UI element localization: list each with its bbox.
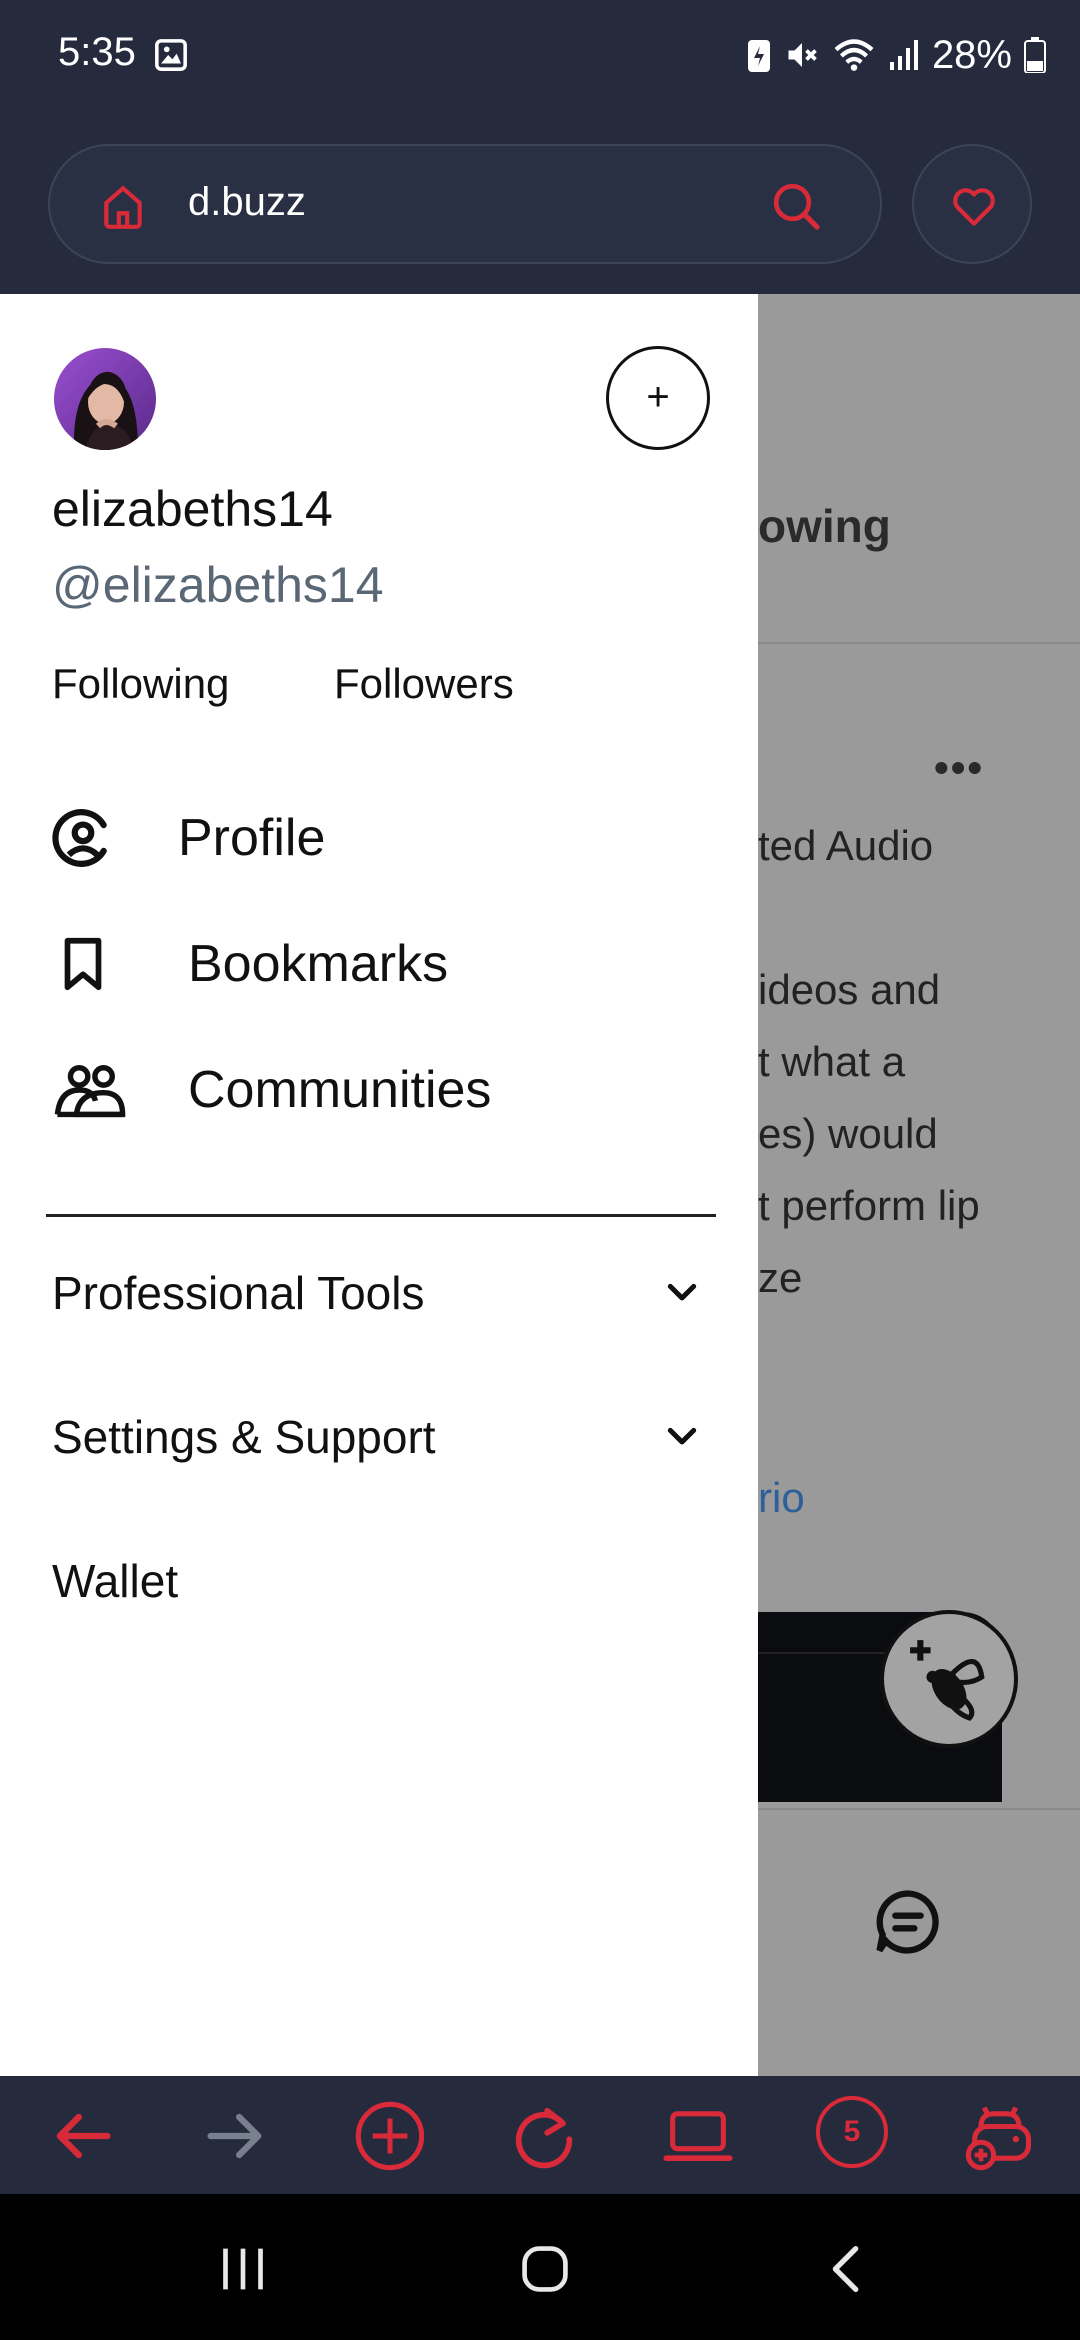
game-add-icon[interactable]	[962, 2098, 1038, 2174]
avatar[interactable]	[54, 348, 156, 450]
back-arrow-icon[interactable]	[44, 2098, 120, 2174]
url-field[interactable]: d.buzz	[48, 144, 882, 264]
mute-icon	[788, 43, 817, 67]
menu-label-bookmarks: Bookmarks	[188, 935, 449, 993]
settings-support-label: Settings & Support	[52, 1411, 436, 1463]
recent-apps-icon[interactable]	[208, 2234, 278, 2304]
wifi-icon	[834, 39, 874, 71]
chevron-down-icon[interactable]	[662, 1417, 702, 1457]
drawer-divider	[46, 1214, 716, 1217]
professional-tools-dropdown[interactable]: Professional Tools	[52, 1266, 702, 1320]
post-text-line: t what a	[758, 1038, 906, 1085]
browser-address-bar: d.buzz	[0, 120, 1080, 294]
display-name: elizabeths14	[52, 481, 333, 537]
avatar-image	[54, 348, 156, 450]
post-text-line: t perform lip	[758, 1182, 980, 1229]
wallet-link[interactable]: Wallet	[52, 1554, 702, 1608]
battery-icon	[1024, 37, 1046, 73]
chevron-down-icon[interactable]	[662, 1273, 702, 1313]
menu-item-profile[interactable]: Profile	[52, 804, 325, 872]
heart-icon	[953, 188, 995, 226]
navigation-drawer: + elizabeths14 @elizabeths14 Following F…	[0, 294, 758, 2076]
post-text-line: es) would	[758, 1110, 938, 1157]
post-text-line: ze	[758, 1254, 803, 1301]
signal-icon	[889, 40, 918, 70]
comment-icon[interactable]	[870, 1884, 946, 1960]
bookmark-icon	[64, 937, 102, 991]
professional-tools-label: Professional Tools	[52, 1267, 425, 1319]
following-link[interactable]: Following	[52, 660, 229, 708]
desktop-mode-icon[interactable]	[660, 2098, 736, 2174]
menu-item-communities[interactable]: Communities	[52, 1056, 491, 1124]
background-feed[interactable]: owing ••• ted Audio ideos and t what a e…	[758, 294, 1080, 2076]
home-icon[interactable]	[98, 182, 148, 232]
post-text-line: ted Audio	[758, 822, 934, 869]
feed-divider	[758, 1808, 1080, 1810]
post-link[interactable]: rio	[758, 1474, 805, 1522]
tabs-count-button[interactable]: 5	[816, 2096, 888, 2168]
followers-link[interactable]: Followers	[334, 660, 514, 708]
settings-support-dropdown[interactable]: Settings & Support	[52, 1410, 702, 1464]
wallet-label: Wallet	[52, 1555, 179, 1607]
post-more-menu[interactable]: •••	[934, 744, 984, 792]
menu-label-profile: Profile	[178, 809, 326, 867]
user-handle: @elizabeths14	[52, 557, 384, 613]
post-text-line: ideos and	[758, 966, 941, 1013]
add-account-button[interactable]: +	[606, 346, 710, 450]
search-icon[interactable]	[768, 178, 824, 234]
status-time: 5:35	[58, 30, 136, 74]
forward-arrow-icon[interactable]	[198, 2098, 274, 2174]
bee-compose-icon	[910, 1640, 985, 1721]
battery-percent: 28%	[931, 32, 1012, 77]
battery-saver-icon	[747, 40, 770, 72]
favorites-button[interactable]	[912, 144, 1032, 264]
home-button-icon[interactable]	[510, 2234, 580, 2304]
status-icons: 28%	[746, 30, 1046, 80]
reload-icon[interactable]	[506, 2098, 582, 2174]
browser-toolbar: 5	[0, 2076, 1080, 2194]
menu-item-bookmarks[interactable]: Bookmarks	[52, 930, 448, 998]
communities-icon	[54, 1065, 126, 1118]
feed-divider	[758, 642, 1080, 644]
profile-icon	[52, 809, 107, 867]
new-tab-icon[interactable]	[352, 2098, 428, 2174]
url-text[interactable]: d.buzz	[188, 180, 306, 225]
status-bar: 5:35 28%	[0, 0, 1080, 120]
gallery-notification-icon	[155, 39, 187, 71]
system-navigation-bar	[0, 2194, 1080, 2340]
compose-buzz-button[interactable]	[880, 1610, 1018, 1748]
feed-tab-title[interactable]: owing	[758, 499, 891, 553]
menu-label-communities: Communities	[188, 1061, 492, 1119]
system-back-icon[interactable]	[812, 2234, 882, 2304]
